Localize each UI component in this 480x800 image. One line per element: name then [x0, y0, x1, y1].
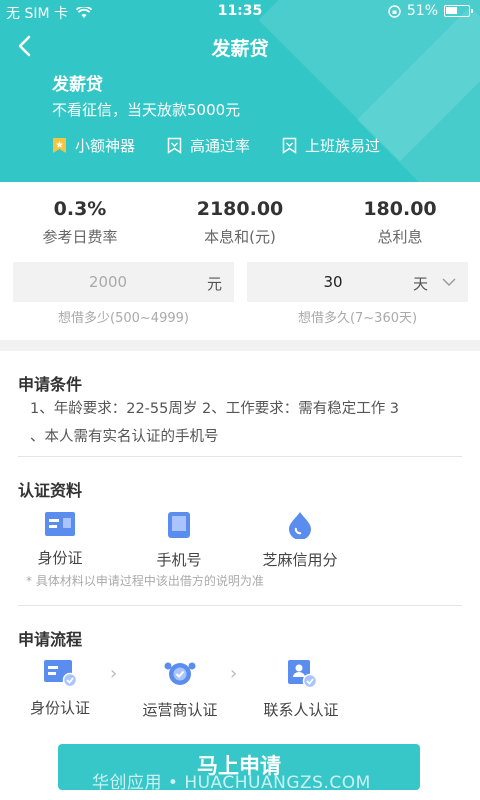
sesame-credit-icon	[289, 512, 311, 539]
id-verified-icon	[44, 660, 77, 687]
step-label: 联系人认证	[263, 701, 339, 719]
chevron-right-icon: ›	[110, 663, 118, 684]
stat-value: 2180.00	[196, 198, 284, 220]
process-step-carrier: 运营商认证	[134, 659, 226, 720]
term-hint: 想借多久(7~360天)	[297, 311, 418, 326]
product-description: 不看征信，当天放款5000元	[52, 101, 241, 119]
tag-item: 高通过率	[167, 135, 250, 156]
bookmark-icon	[167, 137, 182, 154]
info-card: 申请条件 1、年龄要求：22-55周岁 2、工作要求：需有稳定工作 3 、本人需…	[0, 351, 480, 734]
certification-title: 认证资料	[18, 481, 83, 500]
status-bar: 无 SIM 卡 11:35 51%	[0, 0, 480, 24]
tag-item: 小额神器	[52, 135, 135, 156]
loan-calculator: 0.3% 参考日费率 2180.00 本息和(元) 180.00 总利息 200…	[0, 182, 480, 340]
bookmark-icon	[282, 137, 297, 154]
product-name: 发薪贷	[52, 75, 103, 95]
cert-label: 芝麻信用分	[262, 551, 338, 569]
id-card-icon	[45, 512, 75, 536]
stat-value: 180.00	[363, 198, 437, 220]
total-interest-stat: 180.00 总利息	[320, 198, 480, 247]
tag-label: 小额神器	[75, 137, 136, 155]
tag-item: 上班族易过	[282, 135, 380, 156]
battery-percent: 51%	[406, 3, 438, 19]
stat-label: 总利息	[377, 228, 423, 246]
daily-rate-stat: 0.3% 参考日费率	[0, 198, 160, 247]
amount-unit: 元	[206, 275, 222, 293]
step-label: 身份认证	[29, 699, 90, 717]
watermark-text: 华创应用 • HUACHUANGZS.COM	[92, 773, 371, 793]
term-value: 30	[323, 273, 343, 291]
cert-item-sesame: 芝麻信用分	[258, 511, 342, 570]
conditions-line: 1、年龄要求：22-55周岁 2、工作要求：需有稳定工作 3	[30, 401, 400, 417]
total-repay-stat: 2180.00 本息和(元)	[160, 198, 320, 247]
divider	[18, 605, 462, 606]
term-select[interactable]: 30 天	[247, 262, 468, 302]
stat-label: 参考日费率	[42, 228, 118, 246]
page-title: 发薪贷	[211, 38, 269, 60]
conditions-title: 申请条件	[18, 375, 83, 394]
conditions-line: 、本人需有实名认证的手机号	[30, 429, 219, 445]
process-title: 申请流程	[18, 630, 83, 649]
cert-item-id: 身份证	[20, 511, 100, 568]
chevron-down-icon	[442, 278, 456, 286]
process-step-id: 身份认证	[20, 659, 100, 718]
process-step-contacts: 联系人认证	[255, 659, 347, 720]
step-label: 运营商认证	[142, 701, 218, 719]
amount-input[interactable]: 2000 元	[13, 262, 234, 302]
cert-label: 身份证	[37, 549, 83, 567]
carrier-verified-icon	[164, 662, 196, 685]
status-right: 51%	[388, 3, 473, 19]
star-bookmark-icon	[53, 138, 66, 153]
battery-icon	[444, 5, 473, 17]
battery-level	[446, 7, 457, 14]
amount-placeholder: 2000	[88, 273, 128, 291]
contacts-verified-icon	[288, 660, 317, 689]
stat-value: 0.3%	[53, 198, 107, 220]
cert-label: 手机号	[156, 551, 202, 569]
term-unit: 天	[412, 275, 428, 293]
rotation-lock-icon	[388, 4, 401, 18]
product-tags: 小额神器 高通过率 上班族易过	[52, 135, 412, 156]
cert-note: * 具体材料以申请过程中该出借方的说明为准	[26, 574, 264, 588]
tag-label: 上班族易过	[305, 137, 381, 155]
chevron-right-icon: ›	[230, 663, 238, 684]
conditions-text: 1、年龄要求：22-55周岁 2、工作要求：需有稳定工作 3 、本人需有实名认证…	[30, 395, 450, 451]
tag-label: 高通过率	[190, 137, 251, 155]
stat-label: 本息和(元)	[204, 228, 276, 246]
divider	[18, 456, 462, 457]
phone-icon	[168, 512, 190, 538]
amount-hint: 想借多少(500~4999)	[58, 311, 189, 326]
cert-item-phone: 手机号	[139, 511, 219, 570]
header-banner: 无 SIM 卡 11:35 51% 发薪贷 发薪贷 不看征信，当天放款5000元	[0, 0, 480, 182]
